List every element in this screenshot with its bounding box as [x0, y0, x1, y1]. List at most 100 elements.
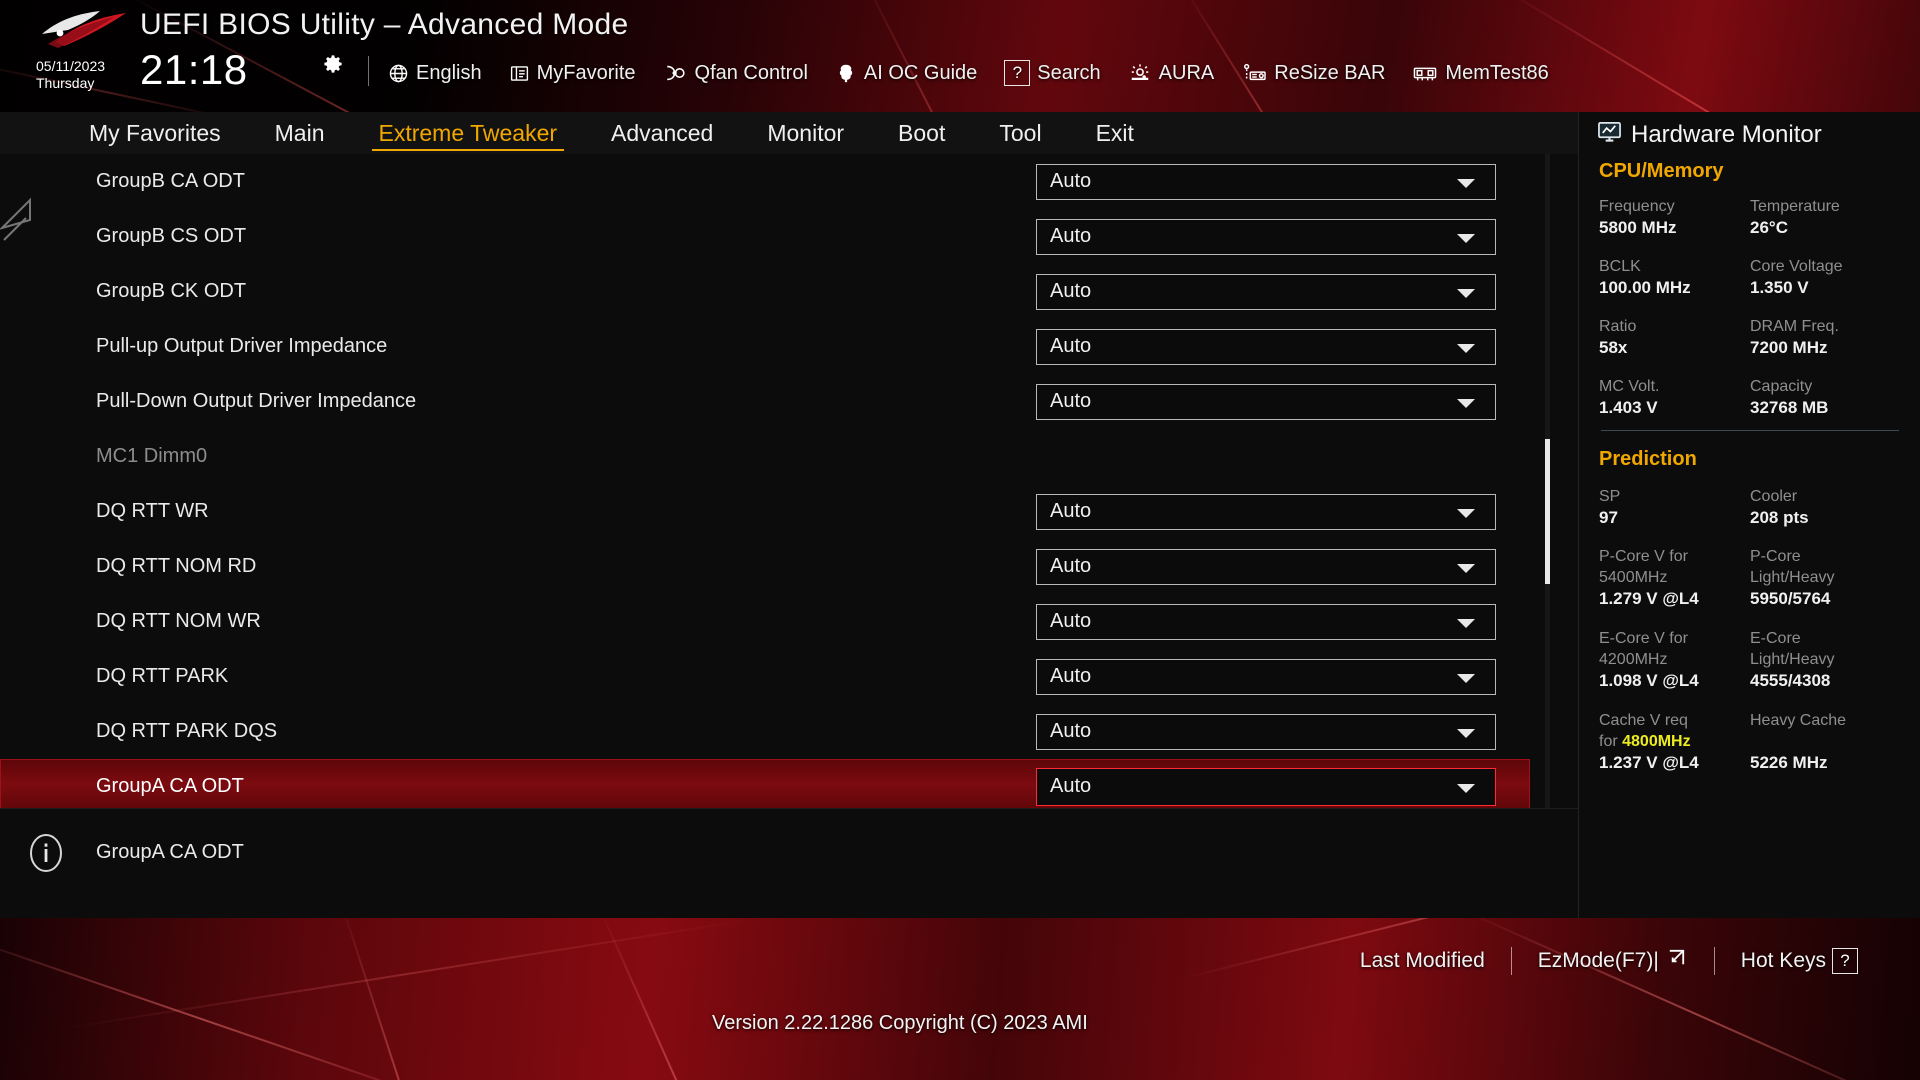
header-menu-item-memtest86[interactable]: MemTest86 — [1412, 62, 1549, 85]
setting-dropdown[interactable]: Auto — [1036, 218, 1496, 255]
aura-light-icon — [1128, 62, 1152, 84]
gear-icon[interactable] — [322, 54, 344, 76]
setting-label: GroupB CA ODT — [96, 170, 245, 192]
setting-dropdown[interactable]: Auto — [1036, 767, 1496, 806]
setting-label: DQ RTT NOM WR — [96, 610, 261, 632]
chevron-down-icon — [1457, 728, 1475, 738]
dropdown-value: Auto — [1050, 775, 1092, 797]
hw-key: P-Core — [1750, 548, 1801, 565]
hw-value: 4555/4308 — [1750, 671, 1831, 690]
hw-item-capacity: Capacity 32768 MB — [1750, 376, 1901, 419]
setting-dropdown[interactable]: Auto — [1036, 273, 1496, 310]
dropdown-value: Auto — [1050, 170, 1092, 192]
hw-row: Frequency 5800 MHz Temperature 26°C — [1599, 196, 1901, 256]
hw-value: 26°C — [1750, 218, 1788, 237]
setting-dropdown[interactable]: Auto — [1036, 603, 1496, 640]
setting-row-dq-rtt-nom-wr[interactable]: DQ RTT NOM WR Auto — [0, 594, 1546, 649]
hw-value: 100.00 MHz — [1599, 278, 1691, 297]
bios-screen: UEFI BIOS Utility – Advanced Mode 05/11/… — [0, 0, 1920, 1080]
hw-key: E-Core — [1750, 630, 1801, 647]
bios-version-text: Version 2.22.1286 Copyright (C) 2023 AMI — [712, 1012, 1088, 1034]
dropdown-value: Auto — [1050, 335, 1092, 357]
chevron-down-icon — [1457, 343, 1475, 353]
header-menu-item-aura[interactable]: AURA — [1128, 62, 1214, 85]
system-time: 21:18 — [140, 46, 248, 93]
dropdown-value: Auto — [1050, 500, 1092, 522]
ezmode-label: EzMode(F7)| — [1537, 948, 1659, 972]
header-menu-item-ai-oc-guide[interactable]: AI OC Guide — [835, 62, 977, 85]
hw-key: Ratio — [1599, 318, 1637, 335]
help-bar: GroupA CA ODT — [0, 808, 1578, 918]
setting-dropdown[interactable]: Auto — [1036, 713, 1496, 750]
settings-scrollbar-thumb[interactable] — [1545, 439, 1550, 584]
setting-row-pull-up-output-driver-impedance[interactable]: Pull-up Output Driver Impedance Auto — [0, 319, 1546, 374]
hw-value: 208 pts — [1750, 508, 1809, 527]
settings-panel: GroupB CA ODT Auto GroupB CS ODT Auto Gr… — [0, 154, 1578, 814]
header-menu-item-qfan-control[interactable]: Qfan Control — [663, 62, 808, 85]
info-icon — [26, 833, 66, 873]
dropdown-value: Auto — [1050, 280, 1092, 302]
setting-row-dq-rtt-park[interactable]: DQ RTT PARK Auto — [0, 649, 1546, 704]
setting-dropdown[interactable]: Auto — [1036, 163, 1496, 200]
weekday-value: Thursday — [36, 75, 95, 91]
tab-monitor[interactable]: Monitor — [740, 112, 871, 154]
setting-label: DQ RTT NOM RD — [96, 555, 257, 577]
tab-my-favorites[interactable]: My Favorites — [62, 112, 248, 154]
last-modified-button[interactable]: Last Modified — [1334, 949, 1511, 973]
header-menu-item-myfavorite[interactable]: MyFavorite — [509, 62, 636, 85]
section-label: MC1 Dimm0 — [96, 445, 208, 467]
setting-row-groupb-ca-odt[interactable]: GroupB CA ODT Auto — [0, 154, 1546, 209]
setting-row-groupb-cs-odt[interactable]: GroupB CS ODT Auto — [0, 209, 1546, 264]
chevron-down-icon — [1457, 288, 1475, 298]
tab-exit[interactable]: Exit — [1069, 112, 1161, 154]
ezmode-button[interactable]: EzMode(F7)| — [1512, 946, 1714, 975]
tab-boot[interactable]: Boot — [871, 112, 972, 154]
setting-label: GroupA CA ODT — [96, 775, 244, 797]
setting-label: DQ RTT PARK — [96, 665, 229, 687]
hw-item-pcore-voltage: P-Core V for 5400MHz 1.279 V @L4 — [1599, 546, 1750, 610]
setting-label: Pull-Down Output Driver Impedance — [96, 390, 417, 412]
hw-item-cache-voltage: Cache V req for 4800MHz 1.237 V @L4 — [1599, 710, 1750, 774]
hw-key: P-Core V for — [1599, 548, 1688, 565]
header-menu-item-english[interactable]: English — [388, 62, 482, 85]
rog-logo-icon — [38, 8, 130, 54]
tab-advanced[interactable]: Advanced — [584, 112, 740, 154]
footer-links: Last Modified EzMode(F7)| Hot Keys ? — [1334, 946, 1884, 975]
setting-row-groupb-ck-odt[interactable]: GroupB CK ODT Auto — [0, 264, 1546, 319]
header-bar: UEFI BIOS Utility – Advanced Mode 05/11/… — [0, 0, 1920, 112]
hw-value: 1.098 V @L4 — [1599, 671, 1699, 690]
setting-row-dq-rtt-nom-rd[interactable]: DQ RTT NOM RD Auto — [0, 539, 1546, 594]
system-date: 05/11/2023 Thursday — [36, 58, 105, 92]
setting-row-groupa-ca-odt[interactable]: GroupA CA ODT Auto — [0, 759, 1530, 814]
hw-key: DRAM Freq. — [1750, 318, 1839, 335]
hw-key-2: for 4800MHz — [1599, 731, 1750, 752]
hw-item-heavy-cache: Heavy Cache 5226 MHz — [1750, 710, 1901, 774]
hot-keys-button[interactable]: Hot Keys ? — [1715, 947, 1884, 974]
tab-tool[interactable]: Tool — [972, 112, 1068, 154]
hw-key: Cooler — [1750, 488, 1798, 505]
footer-bar: Last Modified EzMode(F7)| Hot Keys ? Ver… — [0, 918, 1920, 1080]
setting-row-dq-rtt-park-dqs[interactable]: DQ RTT PARK DQS Auto — [0, 704, 1546, 759]
setting-dropdown[interactable]: Auto — [1036, 328, 1496, 365]
setting-dropdown[interactable]: Auto — [1036, 548, 1496, 585]
hw-key: Frequency — [1599, 198, 1675, 215]
setting-row-pull-down-output-driver-impedance[interactable]: Pull-Down Output Driver Impedance Auto — [0, 374, 1546, 429]
setting-row-dq-rtt-wr[interactable]: DQ RTT WR Auto — [0, 484, 1546, 539]
header-menu-label: ReSize BAR — [1274, 61, 1386, 84]
tab-main[interactable]: Main — [248, 112, 352, 154]
tab-extreme-tweaker[interactable]: Extreme Tweaker — [352, 112, 585, 154]
hw-key-highlight: 4200MHz — [1599, 651, 1668, 668]
hw-item-frequency: Frequency 5800 MHz — [1599, 196, 1750, 239]
header-menu-item-search[interactable]: ? Search — [1004, 60, 1101, 86]
chevron-down-icon — [1457, 783, 1475, 793]
hw-key-2: Light/Heavy — [1750, 651, 1835, 668]
setting-dropdown[interactable]: Auto — [1036, 383, 1496, 420]
setting-label: DQ RTT PARK DQS — [96, 720, 278, 742]
question-box-icon: ? — [1004, 60, 1031, 86]
header-menu-item-resize-bar[interactable]: ReSize BAR — [1241, 62, 1385, 85]
hw-item-cooler: Cooler 208 pts — [1750, 486, 1901, 529]
setting-dropdown[interactable]: Auto — [1036, 493, 1496, 530]
hw-row: E-Core V for 4200MHz 1.098 V @L4 E-Core … — [1599, 628, 1901, 710]
hw-section-cpu-memory: CPU/Memory — [1599, 160, 1724, 182]
setting-dropdown[interactable]: Auto — [1036, 658, 1496, 695]
